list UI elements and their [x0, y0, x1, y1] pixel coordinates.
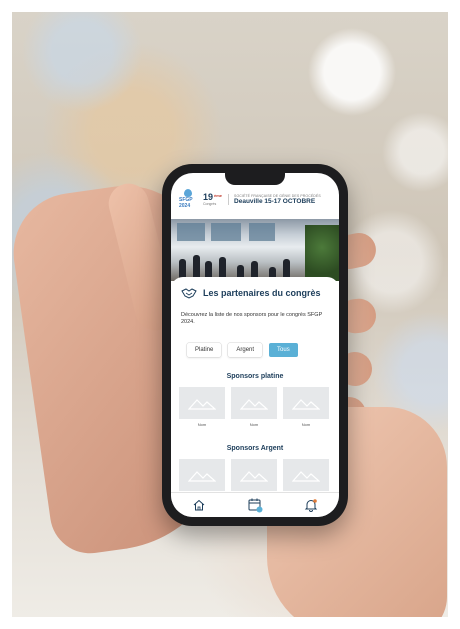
sponsor-name: Nom [301, 422, 311, 427]
home-icon[interactable] [189, 495, 209, 515]
sponsor-card[interactable]: Nom [283, 387, 329, 427]
image-placeholder-icon [283, 459, 329, 491]
sponsor-card[interactable] [179, 459, 225, 491]
logo-text: SFGP 2024 [179, 197, 193, 209]
filter-bar: Platine Argent Tous [187, 343, 298, 357]
partners-panel: Les partenaires du congrès Découvrez la … [171, 277, 339, 493]
congress-header: SFGP 2024 19 ème Congrès SOCIÉTÉ FRANÇAI… [171, 183, 339, 215]
filter-tous[interactable]: Tous [269, 343, 298, 357]
phone-screen: SFGP 2024 19 ème Congrès SOCIÉTÉ FRANÇAI… [171, 173, 339, 517]
sponsor-card[interactable]: Nom [179, 387, 225, 427]
image-placeholder-icon [231, 459, 277, 491]
phone-notch [225, 173, 285, 185]
background-photo: SFGP 2024 19 ème Congrès SOCIÉTÉ FRANÇAI… [12, 12, 448, 617]
partners-title-row: Les partenaires du congrès [181, 287, 321, 299]
hero-photo [171, 219, 339, 281]
bottom-tab-bar [171, 492, 339, 517]
edition-number: 19 [203, 192, 214, 202]
image-placeholder-icon [179, 387, 225, 419]
sponsor-card[interactable] [283, 459, 329, 491]
hero-window [177, 223, 205, 241]
sponsor-name: Nom [197, 422, 207, 427]
handshake-icon [181, 287, 197, 299]
image-placeholder-icon [231, 387, 277, 419]
drop-icon [184, 189, 192, 197]
hero-window [211, 223, 241, 241]
sponsor-card[interactable] [231, 459, 277, 491]
filter-platine[interactable]: Platine [187, 343, 222, 357]
calendar-icon[interactable] [245, 495, 265, 515]
section-title-platine: Sponsors platine [226, 373, 284, 380]
edition: 19 ème Congrès [203, 192, 222, 206]
sfgp-logo: SFGP 2024 [179, 189, 197, 209]
sponsor-card[interactable]: Nom [231, 387, 277, 427]
partners-title: Les partenaires du congrès [203, 288, 321, 298]
edition-suffix: ème [214, 193, 223, 198]
venue: SOCIÉTÉ FRANÇAISE DE GÉNIE DES PROCÉDÉS … [228, 193, 321, 205]
image-placeholder-icon [179, 459, 225, 491]
hero-window [249, 223, 275, 241]
section-title-argent: Sponsors Argent [226, 445, 284, 452]
phone: SFGP 2024 19 ème Congrès SOCIÉTÉ FRANÇAI… [162, 164, 348, 526]
image-placeholder-icon [283, 387, 329, 419]
edition-word: Congrès [203, 202, 217, 206]
filter-argent[interactable]: Argent [228, 343, 263, 357]
location-dates: Deauville 15-17 OCTOBRE [234, 197, 316, 205]
hero-plant [305, 225, 339, 281]
partners-description: Découvrez la liste de nos sponsors pour … [181, 312, 323, 325]
platine-grid: Nom Nom Nom [179, 387, 329, 427]
sponsor-name: Nom [249, 422, 259, 427]
argent-grid [179, 459, 329, 491]
bell-icon[interactable] [301, 495, 321, 515]
